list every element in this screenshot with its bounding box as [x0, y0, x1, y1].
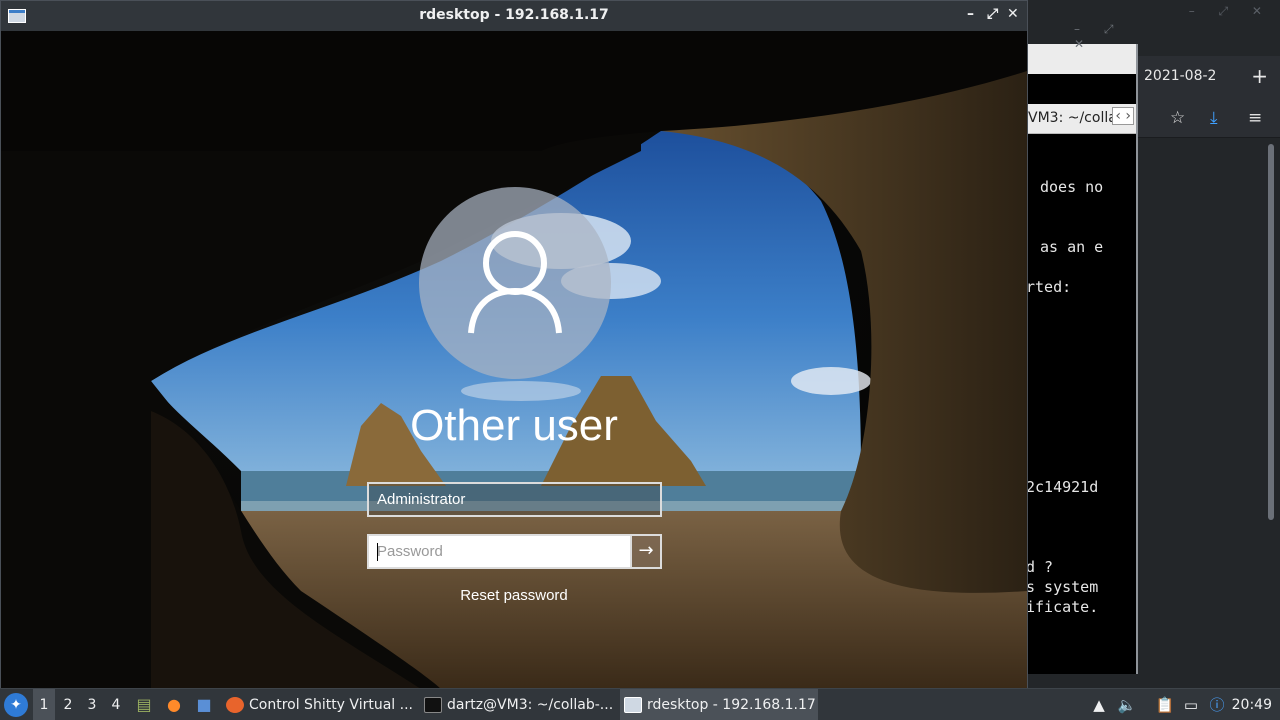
terminal-window: – ⤢ ✕ VM3: ~/collab- ‹ › does no as an e… [1026, 22, 1138, 674]
minimize-button[interactable]: – [967, 6, 974, 22]
workspace-1[interactable]: 1 [33, 689, 55, 720]
task-terminal[interactable]: dartz@VM3: ~/collab-... [420, 689, 616, 720]
task-label: dartz@VM3: ~/collab-... [447, 697, 614, 713]
user-icon [468, 231, 562, 334]
terminal-tab[interactable]: VM3: ~/collab- [1028, 110, 1112, 126]
terminal-icon [424, 697, 442, 713]
maximize-button[interactable]: ⤢ [987, 6, 998, 22]
terminal-line: d ? [1026, 558, 1054, 576]
terminal-line: rted: [1026, 278, 1072, 296]
terminal-line: as an e [1040, 238, 1104, 256]
firefox-launcher-icon[interactable]: ● [162, 689, 186, 720]
task-firefox[interactable]: Control Shitty Virtual ... [222, 689, 414, 720]
menu-icon[interactable]: ≡ [1248, 108, 1262, 128]
terminal-line: s system [1026, 578, 1099, 596]
file-manager-icon[interactable]: ▤ [132, 689, 156, 720]
terminal-window-controls[interactable]: – ⤢ ✕ [1074, 22, 1136, 51]
desktop: – ⤢ ✕ 2021-08-2 + ☆ ⤓ ≡ – ⤢ ✕ VM3: ~/col… [0, 0, 1280, 720]
workspace-2[interactable]: 2 [57, 689, 79, 720]
browser-tab[interactable]: 2021-08-2 [1144, 68, 1230, 84]
desktop-icon[interactable]: ■ [192, 689, 216, 720]
taskbar: ✦ 1 2 3 4 ▤ ● ■ Control Shitty Virtual .… [0, 688, 1280, 720]
start-menu-icon[interactable]: ✦ [4, 693, 28, 717]
workspace-4[interactable]: 4 [105, 689, 127, 720]
username-heading: Other user [410, 401, 618, 450]
volume-icon[interactable]: 🔈 [1116, 689, 1138, 720]
terminal-line: ificate. [1026, 598, 1099, 616]
window-title: rdesktop - 192.168.1.17 [419, 7, 609, 23]
text-caret [377, 543, 378, 561]
task-label: rdesktop - 192.168.1.17 [647, 697, 816, 713]
submit-arrow-button[interactable]: → [630, 534, 662, 569]
tray-expand-icon[interactable]: ▲ [1088, 689, 1110, 720]
bookmark-star-icon[interactable]: ☆ [1170, 108, 1185, 128]
browser-window-controls[interactable]: – ⤢ ✕ [1189, 4, 1272, 19]
updates-icon[interactable]: ⓘ [1206, 689, 1228, 720]
terminal-titlebar: – ⤢ ✕ [1026, 22, 1136, 74]
clipboard-icon[interactable]: 📋 [1154, 689, 1176, 720]
reset-password-link[interactable]: Reset password [1, 587, 1027, 604]
workspace-3[interactable]: 3 [81, 689, 103, 720]
new-tab-button[interactable]: + [1251, 64, 1268, 88]
clock: 20:49 [1231, 697, 1272, 713]
task-label: Control Shitty Virtual ... [249, 697, 413, 713]
firefox-icon [226, 697, 244, 713]
download-icon[interactable]: ⤓ [1210, 108, 1218, 128]
rdesktop-window: rdesktop - 192.168.1.17 – ⤢ ✕ Other user… [0, 0, 1028, 689]
browser-scrollbar[interactable] [1268, 144, 1274, 520]
user-avatar [419, 187, 611, 379]
task-rdesktop[interactable]: rdesktop - 192.168.1.17 [620, 689, 818, 720]
tab-scroll-arrows[interactable]: ‹ › [1112, 107, 1134, 125]
rdesktop-titlebar[interactable]: rdesktop - 192.168.1.17 – ⤢ ✕ [1, 1, 1027, 31]
network-icon[interactable]: ▭ [1180, 689, 1202, 720]
username-field[interactable]: Administrator [367, 482, 662, 517]
password-field[interactable] [367, 534, 630, 569]
close-button[interactable]: ✕ [1007, 6, 1019, 22]
window-icon [624, 697, 642, 713]
terminal-tab-row: VM3: ~/collab- ‹ › [1026, 104, 1136, 134]
terminal-line: does no [1040, 178, 1104, 196]
lock-screen: Other user Administrator → Reset passwor… [1, 31, 1027, 689]
terminal-line: 2c14921d [1026, 478, 1099, 496]
